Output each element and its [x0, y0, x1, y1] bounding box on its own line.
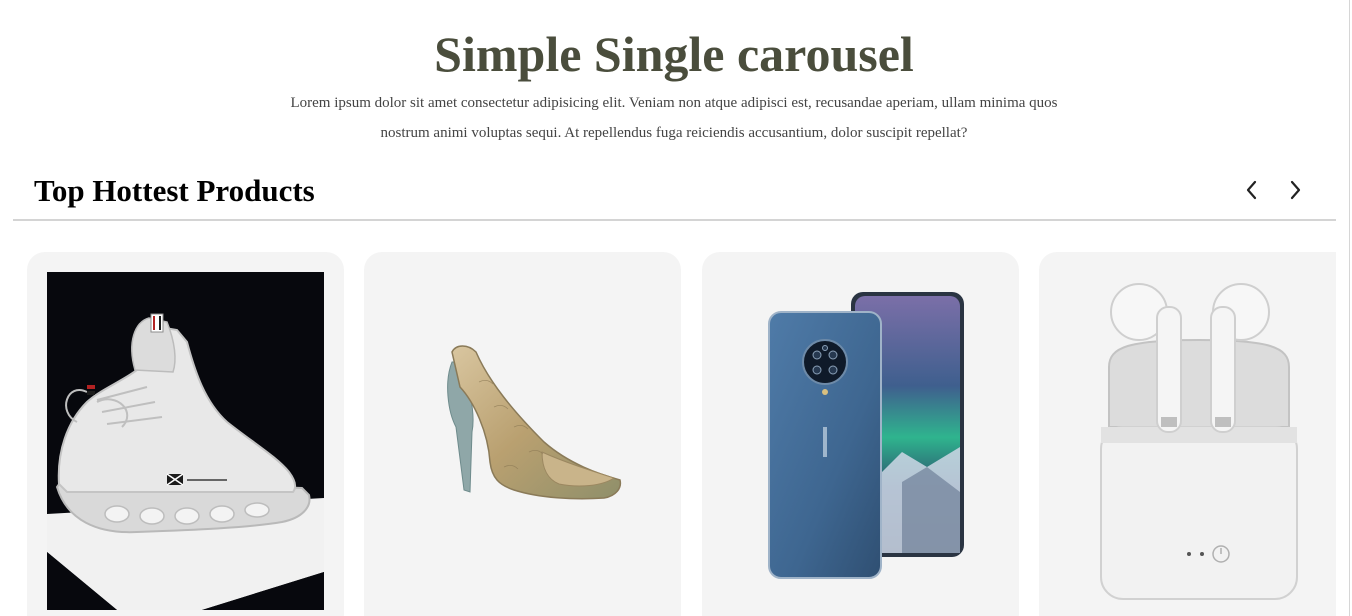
product-card[interactable]	[364, 252, 681, 616]
product-card[interactable]	[27, 252, 344, 616]
prev-button[interactable]	[1240, 176, 1264, 204]
product-card[interactable]	[702, 252, 1019, 616]
intro-text: Lorem ipsum dolor sit amet consectetur a…	[290, 95, 1058, 141]
next-button[interactable]	[1283, 176, 1307, 204]
smartphone-image	[768, 292, 964, 579]
product-card[interactable]	[1039, 252, 1336, 616]
section-title: Top Hottest Products	[34, 173, 315, 208]
chevron-right-icon	[1290, 180, 1301, 200]
high-heel-image	[447, 345, 622, 500]
earbuds-image	[1100, 283, 1298, 600]
page-title: Simple Single carousel	[434, 26, 914, 82]
chevron-left-icon	[1246, 180, 1257, 200]
carousel-track	[0, 252, 1336, 616]
sneaker-image	[47, 272, 324, 610]
page: Simple Single carousel Lorem ipsum dolor…	[0, 0, 1352, 616]
divider	[13, 219, 1336, 221]
scrollbar[interactable]	[1349, 0, 1350, 616]
